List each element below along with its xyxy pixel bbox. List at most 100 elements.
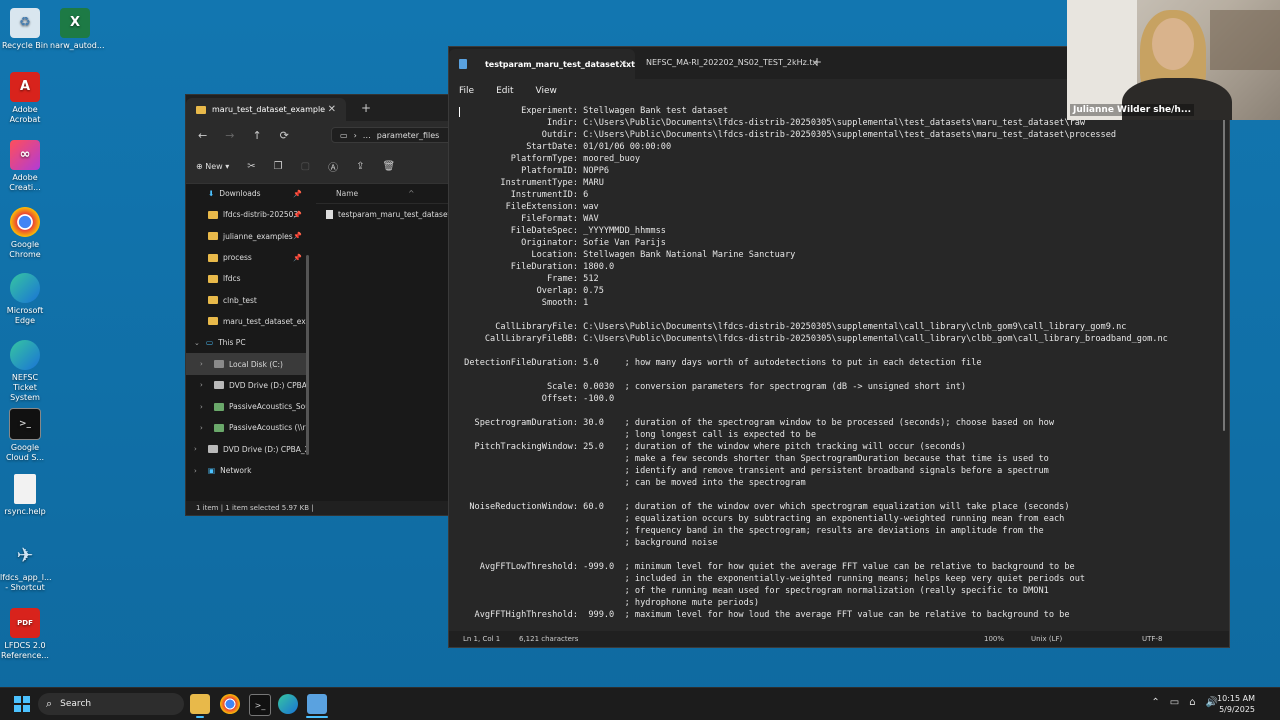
desktop-icon-nefsc-ticket[interactable]: NEFSC Ticket System xyxy=(0,340,50,403)
chrome-taskbar-icon[interactable] xyxy=(220,694,240,714)
sidebar-item-network[interactable]: › ▣ Network xyxy=(186,460,308,481)
file-row[interactable]: testparam_maru_test_dataset xyxy=(316,204,451,224)
menu-view[interactable]: View xyxy=(536,86,557,96)
close-icon[interactable]: ✕ xyxy=(619,59,627,70)
display-icon[interactable]: ▭ xyxy=(1170,697,1179,708)
sidebar-item-lfdcs-distrib[interactable]: lfdcs-distrib-202503 📌 xyxy=(186,204,308,225)
chevron-right-icon[interactable]: › xyxy=(200,424,203,432)
desktop-icon-chrome[interactable]: Google Chrome xyxy=(0,207,50,260)
text-line: ; frequency band in the spectrogram; res… xyxy=(459,526,1044,536)
sidebar-item-passiveacoustics-sou[interactable]: › PassiveAcoustics_Sou xyxy=(186,396,308,417)
notepad-tab-inactive[interactable]: NEFSC_MA-RI_202202_NS02_TEST_2kHz.tx xyxy=(646,58,817,67)
terminal-taskbar-icon[interactable]: >_ xyxy=(249,694,271,716)
text-line: InstrumentID: 6 xyxy=(459,190,589,200)
chevron-down-icon[interactable]: ⌄ xyxy=(194,339,200,347)
text-line xyxy=(459,309,1217,321)
explorer-tab[interactable]: maru_test_dataset_example ✕ xyxy=(186,98,346,121)
edge-taskbar-icon[interactable] xyxy=(278,694,298,714)
chevron-up-icon[interactable]: ⌃ xyxy=(1151,697,1159,708)
desktop-icon-lfdcs-shortcut[interactable]: ✈ lfdcs_app_l... - Shortcut xyxy=(0,540,52,593)
text-line xyxy=(459,345,1217,357)
desktop-icon-edge[interactable]: Microsoft Edge xyxy=(0,273,50,326)
file-explorer-taskbar-icon[interactable] xyxy=(190,694,210,714)
computer-icon: ▭ xyxy=(206,338,214,348)
encoding[interactable]: UTF-8 xyxy=(1142,635,1162,643)
desktop-icon-rsync-help[interactable]: rsync.help xyxy=(0,474,50,517)
forward-arrow-icon[interactable]: → xyxy=(225,129,234,142)
new-button[interactable]: ⊕ New ▾ xyxy=(196,162,229,171)
close-icon[interactable]: ✕ xyxy=(328,104,336,115)
folder-icon xyxy=(208,296,218,305)
refresh-icon[interactable]: ⟳ xyxy=(280,129,289,142)
address-text: parameter_files xyxy=(376,130,440,140)
text-line: Originator: Sofie Van Parijs xyxy=(459,238,666,248)
new-tab-button[interactable]: + xyxy=(361,101,371,115)
sidebar-item-clnb-test[interactable]: clnb_test xyxy=(186,289,308,310)
desktop-icon-lfdcs-reference-pdf[interactable]: PDF LFDCS 2.0 Reference... xyxy=(0,608,50,661)
editor-scrollbar[interactable] xyxy=(1223,109,1225,431)
running-indicator xyxy=(196,716,204,718)
menu-file[interactable]: File xyxy=(459,86,474,96)
sidebar-item-dvd-drive-x[interactable]: › DVD Drive (D:) CPBA_X xyxy=(186,439,308,460)
sidebar-scrollbar[interactable] xyxy=(306,255,309,455)
text-file-icon xyxy=(326,209,333,219)
sidebar-item-lfdcs[interactable]: lfdcs xyxy=(186,268,308,289)
sidebar-item-downloads[interactable]: ⬇ Downloads 📌 xyxy=(186,183,308,204)
chevron-right-icon[interactable]: › xyxy=(200,381,203,389)
sidebar-item-julianne-examples[interactable]: julianne_examples 📌 xyxy=(186,226,308,247)
column-header-name[interactable]: Name ^ xyxy=(316,183,451,204)
chevron-right-icon[interactable]: › xyxy=(194,445,197,453)
notepad-tab-active[interactable]: testparam_maru_test_dataset.txt ✕ xyxy=(449,49,635,79)
address-bar[interactable]: ▭ › … parameter_files xyxy=(331,127,451,143)
desktop-icon-acrobat[interactable]: A Adobe Acrobat xyxy=(0,72,50,125)
sidebar-item-local-disk[interactable]: › Local Disk (C:) xyxy=(186,353,308,375)
file-icon xyxy=(14,474,36,504)
sidebar-item-dvd-drive[interactable]: › DVD Drive (D:) CPBA_ xyxy=(186,375,308,396)
desktop-icon-google-cloud-sdk[interactable]: >_ Google Cloud S... xyxy=(0,408,50,463)
desktop-icon-excel-file[interactable]: X narw_autod... xyxy=(50,8,105,51)
rename-icon[interactable]: Ⓐ xyxy=(328,159,338,174)
network-icon[interactable]: ⌂ xyxy=(1189,697,1195,708)
line-ending[interactable]: Unix (LF) xyxy=(1031,635,1062,643)
clock[interactable]: 10:15 AM 5/9/2025 xyxy=(1217,693,1255,715)
desktop-icon-recycle-bin[interactable]: ♻ Recycle Bin xyxy=(0,8,50,51)
back-arrow-icon[interactable]: ← xyxy=(198,129,207,142)
delete-icon[interactable]: 🗑 xyxy=(382,161,395,172)
chevron-right-icon[interactable]: › xyxy=(194,467,197,475)
new-tab-button[interactable]: + xyxy=(812,55,822,69)
text-editor[interactable]: Experiment: Stellwagen Bank test dataset… xyxy=(459,105,1217,631)
desktop: ♻ Recycle Bin X narw_autod... A Adobe Ac… xyxy=(0,0,1280,720)
sidebar-item-maru-test-dataset[interactable]: maru_test_dataset_exa xyxy=(186,311,308,332)
share-icon[interactable]: ⇪ xyxy=(356,161,364,172)
copy-icon[interactable]: ❐ xyxy=(274,161,283,172)
menu-edit[interactable]: Edit xyxy=(496,86,513,96)
zoom-level[interactable]: 100% xyxy=(984,635,1004,643)
up-arrow-icon[interactable]: ↑ xyxy=(252,129,261,142)
video-background-shelf xyxy=(1210,10,1280,70)
folder-icon xyxy=(208,232,218,241)
chevron-right-icon[interactable]: › xyxy=(200,360,203,368)
desktop-icon-label: Adobe Acrobat xyxy=(9,105,41,124)
text-line: FileFormat: WAV xyxy=(459,214,599,224)
taskbar: ⌕ Search >_ ⌃ ▭ ⌂ 🔊 10:15 AM 5/9/2025 xyxy=(0,687,1280,720)
notepad-taskbar-icon[interactable] xyxy=(307,694,327,714)
text-line: PlatformType: moored_buoy xyxy=(459,154,641,164)
text-line: CallLibraryFileBB: C:\Users\Public\Docum… xyxy=(459,334,1168,344)
text-line: ; make a few seconds shorter than Spectr… xyxy=(459,454,1049,464)
desktop-icon-label: Recycle Bin xyxy=(1,41,49,50)
sidebar-item-process[interactable]: process 📌 xyxy=(186,247,308,268)
desktop-icon-label: rsync.help xyxy=(4,507,46,516)
sidebar-item-this-pc[interactable]: ⌄ ▭ This PC xyxy=(186,332,308,353)
windows-start-icon[interactable] xyxy=(14,696,30,712)
chevron-right-icon[interactable]: › xyxy=(200,403,203,411)
paste-icon[interactable]: ▢ xyxy=(301,161,310,172)
desktop-icon-creative-cloud[interactable]: ∞ Adobe Creati... xyxy=(0,140,50,193)
recycle-bin-icon: ♻ xyxy=(10,8,40,38)
desktop-icon-label: Adobe Creati... xyxy=(9,173,41,192)
sidebar-item-passiveacoustics[interactable]: › PassiveAcoustics (\\r xyxy=(186,417,308,438)
cut-icon[interactable]: ✂ xyxy=(247,161,255,172)
text-line: DetectionFileDuration: 5.0 ; how many da… xyxy=(459,358,982,368)
taskbar-search[interactable]: ⌕ Search xyxy=(38,693,184,715)
sidebar-item-label: process xyxy=(223,253,252,263)
edge-icon xyxy=(10,273,40,303)
